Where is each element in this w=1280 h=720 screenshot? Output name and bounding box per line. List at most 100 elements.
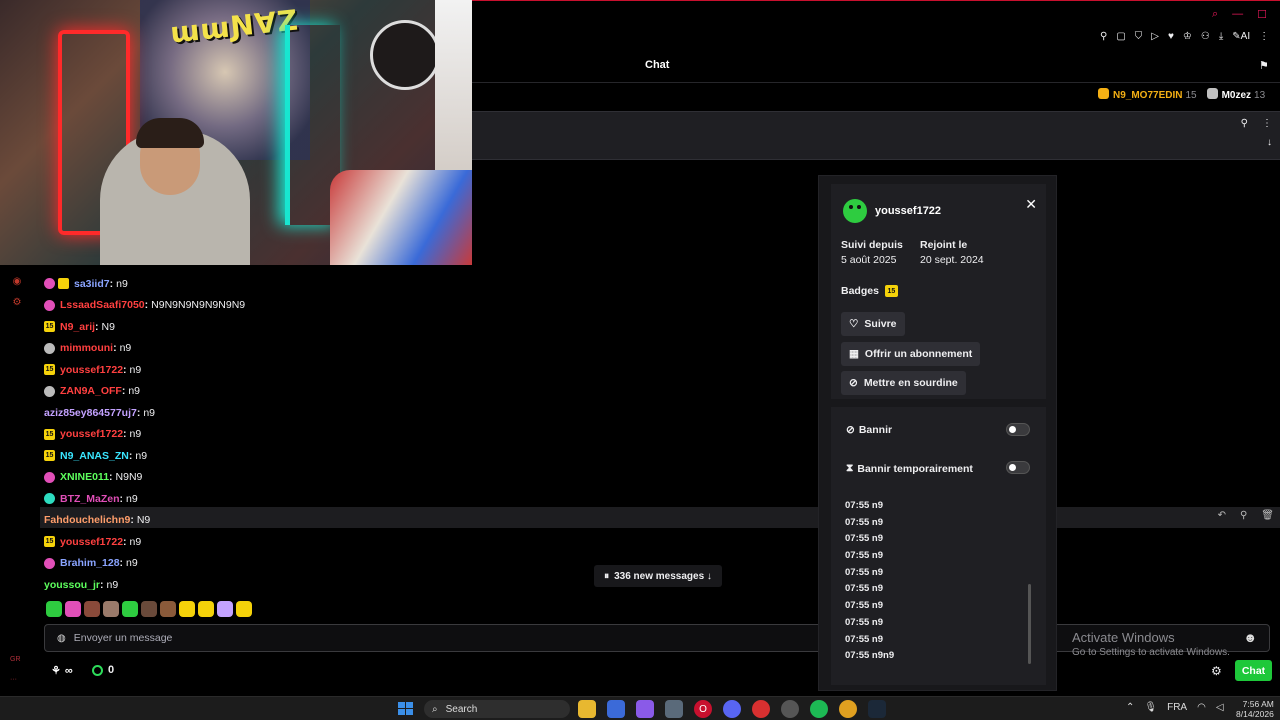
steam-icon[interactable] bbox=[868, 700, 886, 718]
chat-message[interactable]: youssou_jr: n9 bbox=[44, 574, 444, 596]
volume-icon[interactable]: ◁ bbox=[1216, 702, 1224, 713]
ai-icon[interactable]: ✎AI bbox=[1232, 31, 1250, 42]
chat-message[interactable]: aziz85ey864577uj7: n9 bbox=[44, 402, 444, 424]
slow-mode-indicator[interactable]: ⚘ ∞ bbox=[51, 664, 73, 678]
taskbar-clock[interactable]: 7:56 AM 8/14/2026 bbox=[1236, 699, 1274, 719]
chat-username[interactable]: youssef1722 bbox=[60, 428, 123, 440]
expand-down-icon[interactable]: ↓ bbox=[1267, 137, 1272, 148]
rail-more-icon[interactable]: ··· bbox=[10, 676, 17, 683]
chat-message[interactable]: ZAN9A_OFF: n9 bbox=[44, 381, 444, 403]
chat-message[interactable]: LssaadSaafi7050: N9N9N9N9N9N9N9 bbox=[44, 295, 444, 317]
chat-username[interactable]: youssou_jr bbox=[44, 579, 100, 591]
chat-username[interactable]: BTZ_MaZen bbox=[60, 493, 120, 505]
emote-icon[interactable] bbox=[160, 601, 176, 617]
ban-toggle[interactable] bbox=[1006, 423, 1030, 436]
close-icon[interactable]: ✕ bbox=[1025, 196, 1037, 213]
chat-username[interactable]: youssef1722 bbox=[60, 536, 123, 548]
send-chat-button[interactable]: Chat bbox=[1235, 660, 1272, 681]
crown-icon[interactable]: ♔ bbox=[1183, 31, 1192, 42]
chat-message[interactable]: mimmouni: n9 bbox=[44, 338, 444, 360]
pin-icon[interactable]: ⚲ bbox=[1240, 510, 1247, 521]
emote-icon[interactable] bbox=[236, 601, 252, 617]
rail-stream-icon[interactable]: ◉ bbox=[11, 276, 23, 288]
download-icon[interactable]: ⤓ bbox=[1219, 31, 1223, 42]
chat-username[interactable]: ZAN9A_OFF bbox=[60, 385, 122, 397]
chrome-icon[interactable] bbox=[839, 700, 857, 718]
microphone-icon[interactable]: 🎙 bbox=[1144, 702, 1157, 713]
chat-message[interactable]: 15 youssef1722: n9 bbox=[44, 531, 444, 553]
emote-icon[interactable] bbox=[103, 601, 119, 617]
log-scrollbar[interactable] bbox=[1028, 584, 1031, 664]
channel-points[interactable]: 0 bbox=[92, 664, 114, 676]
maximize-icon[interactable]: ☐ bbox=[1257, 8, 1267, 21]
chat-username[interactable]: N9_ANAS_ZN bbox=[60, 450, 129, 462]
chat-message[interactable]: BTZ_MaZen: n9 bbox=[44, 488, 444, 510]
opera-icon[interactable]: O bbox=[694, 700, 712, 718]
play-icon[interactable]: ▷ bbox=[1151, 31, 1159, 42]
leader-item[interactable]: N9_MO77EDIN 15 bbox=[1098, 88, 1197, 101]
taskbar-search[interactable]: ⌕ Search bbox=[424, 700, 570, 718]
chat-message[interactable]: 15 N9_arij: N9 bbox=[44, 316, 444, 338]
emote-icon[interactable] bbox=[84, 601, 100, 617]
chat-message[interactable]: XNINE011: N9N9 bbox=[44, 467, 444, 489]
chat-message[interactable]: Fahdouchelichn9: N9 bbox=[44, 510, 444, 532]
user-card-username[interactable]: youssef1722 bbox=[875, 205, 941, 217]
chat-message[interactable]: 15 youssef1722: n9 bbox=[44, 424, 444, 446]
app-gray-icon[interactable] bbox=[781, 700, 799, 718]
mute-button[interactable]: ⊘ Mettre en sourdine bbox=[841, 371, 966, 395]
layout-icon[interactable]: ▢ bbox=[1116, 31, 1125, 42]
chat-message[interactable]: 15 youssef1722: n9 bbox=[44, 359, 444, 381]
chat-username[interactable]: youssef1722 bbox=[60, 364, 123, 376]
gift-sub-button[interactable]: ▦ Offrir un abonnement bbox=[841, 342, 981, 366]
emote-icon[interactable] bbox=[141, 601, 157, 617]
chat-username[interactable]: aziz85ey864577uj7 bbox=[44, 407, 137, 419]
emote-icon[interactable] bbox=[46, 601, 62, 617]
emote-icon[interactable] bbox=[122, 601, 138, 617]
calculator-icon[interactable] bbox=[665, 700, 683, 718]
pin-icon[interactable]: ⚲ bbox=[1241, 118, 1248, 129]
chat-username[interactable]: N9_arij bbox=[60, 321, 95, 333]
wifi-icon[interactable]: ◠ bbox=[1197, 702, 1206, 713]
more-icon[interactable]: ⋮ bbox=[1262, 118, 1272, 129]
minimize-icon[interactable]: — bbox=[1232, 8, 1243, 21]
new-messages-button[interactable]: ⏸ 336 new messages ↓ bbox=[594, 565, 722, 587]
user-icon[interactable]: ⚇ bbox=[1201, 31, 1210, 42]
chat-username[interactable]: mimmouni bbox=[60, 342, 113, 354]
leader-item[interactable]: M0zez 13 bbox=[1206, 88, 1265, 101]
community-icon[interactable]: ⚑ bbox=[1259, 59, 1269, 72]
app-red-icon[interactable] bbox=[752, 700, 770, 718]
pin-icon[interactable]: ⚲ bbox=[1100, 31, 1107, 42]
emote-icon[interactable] bbox=[198, 601, 214, 617]
delete-icon[interactable]: 🗑 bbox=[1261, 510, 1274, 521]
reply-icon[interactable]: ↶ bbox=[1218, 510, 1226, 521]
chat-username[interactable]: Fahdouchelichn9 bbox=[44, 514, 130, 526]
store-icon[interactable] bbox=[607, 700, 625, 718]
spotify-icon[interactable] bbox=[810, 700, 828, 718]
chat-username[interactable]: XNINE011 bbox=[60, 471, 109, 483]
chevron-up-icon[interactable]: ⌃ bbox=[1126, 702, 1134, 713]
follow-button[interactable]: ♡ Suivre bbox=[841, 312, 905, 336]
heart-icon[interactable]: ♥ bbox=[1168, 31, 1174, 42]
windows-start-icon[interactable] bbox=[398, 702, 414, 716]
chat-message[interactable]: 15 N9_ANAS_ZN: n9 bbox=[44, 445, 444, 467]
chat-message[interactable]: sa3iid7: n9 bbox=[44, 273, 444, 295]
separator: : bbox=[119, 492, 124, 505]
chat-username[interactable]: LssaadSaafi7050 bbox=[60, 299, 145, 311]
file-explorer-icon[interactable] bbox=[578, 700, 596, 718]
shield-icon[interactable]: ⛉ bbox=[1135, 31, 1143, 42]
rail-settings-icon[interactable]: ⚙ bbox=[11, 297, 23, 309]
emote-icon[interactable] bbox=[217, 601, 233, 617]
chat-username[interactable]: sa3iid7 bbox=[74, 278, 110, 290]
emoji-icon[interactable]: ☻ bbox=[1243, 630, 1257, 645]
more-icon[interactable]: ⋮ bbox=[1259, 31, 1269, 42]
emote-icon[interactable] bbox=[65, 601, 81, 617]
chat-username[interactable]: Brahim_128 bbox=[60, 557, 120, 569]
discord-icon[interactable] bbox=[723, 700, 741, 718]
gear-icon[interactable]: ⚙ bbox=[1211, 664, 1222, 678]
chat-message[interactable]: Brahim_128: n9 bbox=[44, 553, 444, 575]
timeout-toggle[interactable] bbox=[1006, 461, 1030, 474]
language-indicator[interactable]: FRA bbox=[1167, 702, 1187, 713]
copilot-icon[interactable] bbox=[636, 700, 654, 718]
search-icon[interactable]: ⌕ bbox=[1212, 8, 1218, 21]
emote-icon[interactable] bbox=[179, 601, 195, 617]
